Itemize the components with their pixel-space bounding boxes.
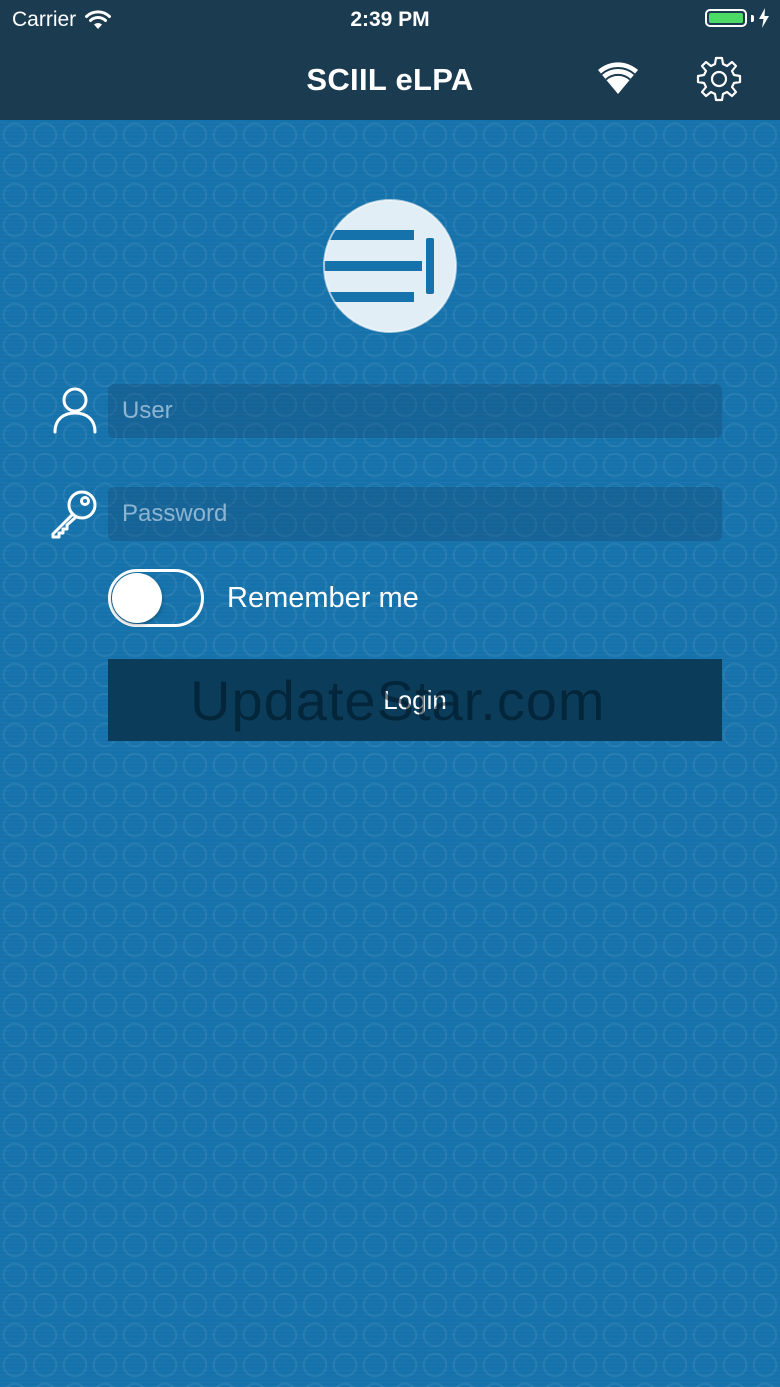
- status-time: 2:39 PM: [350, 8, 430, 31]
- charging-bolt-icon: [759, 8, 769, 28]
- user-icon: [53, 387, 97, 434]
- password-input[interactable]: [108, 487, 722, 541]
- status-bar: Carrier 2:39 PM: [0, 0, 780, 40]
- gear-icon[interactable]: [696, 56, 742, 102]
- remember-me-label: Remember me: [227, 582, 419, 614]
- remember-me-toggle[interactable]: [108, 569, 204, 627]
- login-button-label: Login: [383, 684, 447, 715]
- navigation-bar: SCIIL eLPA: [0, 40, 780, 120]
- battery-charging-icon: [705, 8, 770, 28]
- sciil-logo: [323, 199, 457, 333]
- toggle-knob: [112, 573, 162, 623]
- user-input[interactable]: [108, 384, 722, 438]
- page-title: SCIIL eLPA: [306, 62, 474, 97]
- wifi-icon[interactable]: [596, 58, 640, 96]
- key-icon: [51, 490, 97, 539]
- login-button[interactable]: Login: [108, 659, 722, 741]
